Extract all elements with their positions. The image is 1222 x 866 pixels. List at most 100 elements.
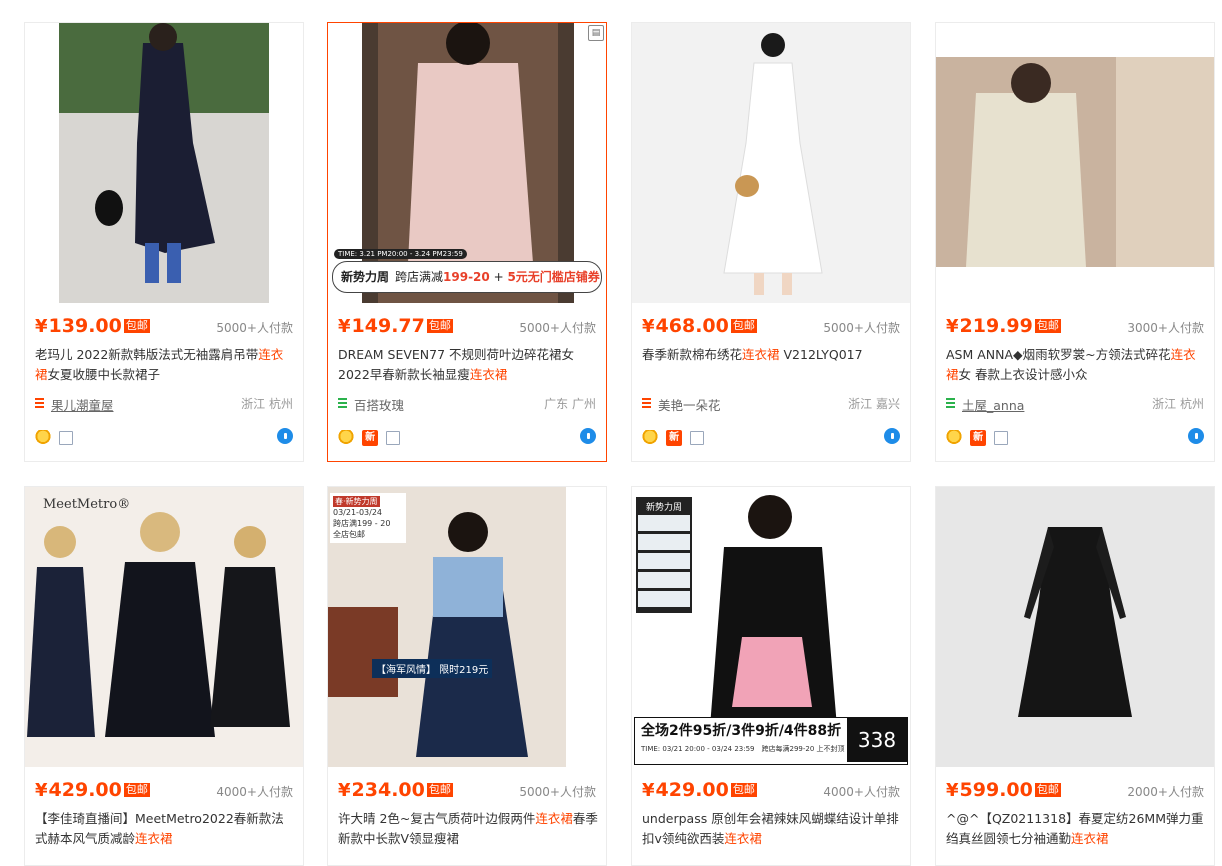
product-image[interactable]: [632, 23, 910, 303]
sales-count: 5000+人付款: [216, 321, 293, 335]
product-title[interactable]: ^@^【QZ0211318】春夏定纺26MM弹力重绉真丝圆领七分袖通勤连衣裙: [946, 809, 1206, 849]
shop-link[interactable]: 果儿潮童屋: [51, 395, 114, 414]
price: ¥139.00 包邮: [35, 315, 150, 337]
wangwang-chat-icon[interactable]: [277, 428, 293, 444]
gold-medal-icon[interactable]: [338, 429, 354, 446]
shop-row: 土屋_anna 浙江 杭州: [946, 395, 1204, 413]
price-row: ¥599.00 包邮 2000+人付款: [946, 779, 1204, 803]
new-shop-icon[interactable]: 新: [970, 429, 987, 446]
document-icon[interactable]: [386, 430, 401, 445]
new-shop-icon[interactable]: 新: [362, 429, 379, 446]
similar-icon[interactable]: ▤: [588, 25, 604, 41]
shop-link[interactable]: 土屋_anna: [962, 395, 1024, 414]
price: ¥234.00 包邮: [338, 779, 453, 801]
price: ¥429.00 包邮: [642, 779, 757, 801]
price-row: ¥429.00 包邮 4000+人付款: [642, 779, 900, 803]
product-image[interactable]: [25, 23, 303, 303]
shop-icon: [338, 398, 347, 409]
sale-price: 338: [847, 718, 907, 762]
sales-count: 4000+人付款: [823, 785, 900, 799]
product-photo: [25, 23, 303, 303]
promo-banner: 新势力周 跨店满减199-20 + 5元无门槛店铺券: [332, 261, 602, 293]
sales-count: 5000+人付款: [823, 321, 900, 335]
free-shipping-badge: 包邮: [426, 783, 453, 797]
sales-count: 3000+人付款: [1127, 321, 1204, 335]
free-shipping-badge: 包邮: [426, 319, 453, 333]
product-card[interactable]: ¥599.00 包邮 2000+人付款 ^@^【QZ0211318】春夏定纺26M…: [935, 486, 1215, 866]
promo-tag: 春·新势力周 03/21-03/24 跨店满199 - 20 全店包邮: [330, 493, 406, 543]
badge-row: 新: [338, 427, 596, 446]
price-row: ¥429.00 包邮 4000+人付款: [35, 779, 293, 803]
product-photo: [25, 487, 303, 767]
product-title[interactable]: 春季新款棉布绣花连衣裙 V212LYQ017: [642, 345, 902, 385]
price-row: ¥219.99 包邮 3000+人付款: [946, 315, 1204, 339]
price: ¥468.00 包邮: [642, 315, 757, 337]
shop-icon: [946, 398, 955, 409]
free-shipping-badge: 包邮: [123, 783, 150, 797]
sales-count: 4000+人付款: [216, 785, 293, 799]
brand-logo: MeetMetro®: [43, 497, 131, 512]
price: ¥219.99 包邮: [946, 315, 1061, 337]
product-photo: [936, 487, 1214, 767]
price: ¥149.77 包邮: [338, 315, 453, 337]
product-image[interactable]: MeetMetro®: [25, 487, 303, 767]
gold-medal-icon[interactable]: [946, 429, 962, 446]
product-card[interactable]: ¥468.00 包邮 5000+人付款 春季新款棉布绣花连衣裙 V212LYQ01…: [631, 22, 911, 462]
shop-row: 百搭玫瑰 广东 广州: [338, 395, 596, 413]
product-title[interactable]: DREAM SEVEN77 不规则荷叶边碎花裙女2022早春新款长袖显瘦连衣裙: [338, 345, 598, 385]
wangwang-chat-icon[interactable]: [884, 428, 900, 444]
product-card[interactable]: 春·新势力周 03/21-03/24 跨店满199 - 20 全店包邮 【海军风…: [327, 486, 607, 866]
new-shop-icon[interactable]: 新: [666, 429, 683, 446]
shop-icon: [642, 398, 651, 409]
price: ¥599.00 包邮: [946, 779, 1061, 801]
product-card[interactable]: 新势力周 全场2件95折/3件9折/4件88折 TIME: 03/21 20:0…: [631, 486, 911, 866]
promo-time: TIME: 3.21 PM20:00 - 3.24 PM23:59: [334, 249, 467, 259]
product-title[interactable]: ASM ANNA◆烟雨软罗裳~方领法式碎花连衣裙女 春款上衣设计感小众: [946, 345, 1206, 385]
sales-count: 5000+人付款: [519, 321, 596, 335]
price-row: ¥149.77 包邮 5000+人付款: [338, 315, 596, 339]
free-shipping-badge: 包邮: [730, 319, 757, 333]
product-photo: [936, 23, 1214, 303]
product-title[interactable]: 许大晴 2色~复古气质荷叶边假两件连衣裙春季新款中长款V领显瘦裙: [338, 809, 598, 849]
shop-row: 果儿潮童屋 浙江 杭州: [35, 395, 293, 413]
gold-medal-icon[interactable]: [35, 429, 51, 446]
badge-row: 新: [642, 427, 900, 446]
price-row: ¥139.00 包邮 5000+人付款: [35, 315, 293, 339]
shop-link[interactable]: 美艳一朵花: [658, 395, 721, 414]
product-card[interactable]: ¥219.99 包邮 3000+人付款 ASM ANNA◆烟雨软罗裳~方领法式碎花…: [935, 22, 1215, 462]
product-image[interactable]: [936, 487, 1214, 767]
sale-time: TIME: 03/21 20:00 - 03/24 23:59 跨店每满299-…: [641, 745, 845, 753]
product-image[interactable]: TIME: 3.21 PM20:00 - 3.24 PM23:59 新势力周 跨店…: [328, 23, 606, 303]
location: 广东 广州: [544, 397, 596, 411]
product-title[interactable]: 【李佳琦直播间】MeetMetro2022春新款法式赫本风气质减龄连衣裙: [35, 809, 295, 849]
location: 浙江 嘉兴: [848, 397, 900, 411]
product-card[interactable]: TIME: 3.21 PM20:00 - 3.24 PM23:59 新势力周 跨店…: [327, 22, 607, 462]
product-card[interactable]: MeetMetro® ¥429.00 包邮 4000+人付款 【李佳琦直播间】Me…: [24, 486, 304, 866]
product-grid: ¥139.00 包邮 5000+人付款 老玛儿 2022新款韩版法式无袖露肩吊带连…: [0, 0, 1222, 866]
badge-row: [35, 427, 293, 446]
price-row: ¥234.00 包邮 5000+人付款: [338, 779, 596, 803]
price-tag: 【海军风情】 限时219元: [372, 659, 493, 678]
price: ¥429.00 包邮: [35, 779, 150, 801]
document-icon[interactable]: [690, 430, 705, 445]
free-shipping-badge: 包邮: [1034, 783, 1061, 797]
document-icon[interactable]: [59, 430, 74, 445]
product-card[interactable]: ¥139.00 包邮 5000+人付款 老玛儿 2022新款韩版法式无袖露肩吊带连…: [24, 22, 304, 462]
sale-banner: 全场2件95折/3件9折/4件88折 TIME: 03/21 20:00 - 0…: [634, 717, 908, 765]
document-icon[interactable]: [994, 430, 1009, 445]
shop-icon: [35, 398, 44, 409]
free-shipping-badge: 包邮: [730, 783, 757, 797]
shop-link[interactable]: 百搭玫瑰: [354, 395, 404, 414]
product-title[interactable]: 老玛儿 2022新款韩版法式无袖露肩吊带连衣裙女夏收腰中长款裙子: [35, 345, 295, 385]
product-image[interactable]: 新势力周 全场2件95折/3件9折/4件88折 TIME: 03/21 20:0…: [632, 487, 910, 767]
shop-row: 美艳一朵花 浙江 嘉兴: [642, 395, 900, 413]
location: 浙江 杭州: [241, 397, 293, 411]
wangwang-chat-icon[interactable]: [580, 428, 596, 444]
gold-medal-icon[interactable]: [642, 429, 658, 446]
product-title[interactable]: underpass 原创年会裙辣妹风蝴蝶结设计单排扣v领纯欲西装连衣裙: [642, 809, 902, 849]
product-image[interactable]: 春·新势力周 03/21-03/24 跨店满199 - 20 全店包邮 【海军风…: [328, 487, 606, 767]
location: 浙江 杭州: [1152, 397, 1204, 411]
free-shipping-badge: 包邮: [123, 319, 150, 333]
product-image[interactable]: [936, 23, 1214, 303]
wangwang-chat-icon[interactable]: [1188, 428, 1204, 444]
